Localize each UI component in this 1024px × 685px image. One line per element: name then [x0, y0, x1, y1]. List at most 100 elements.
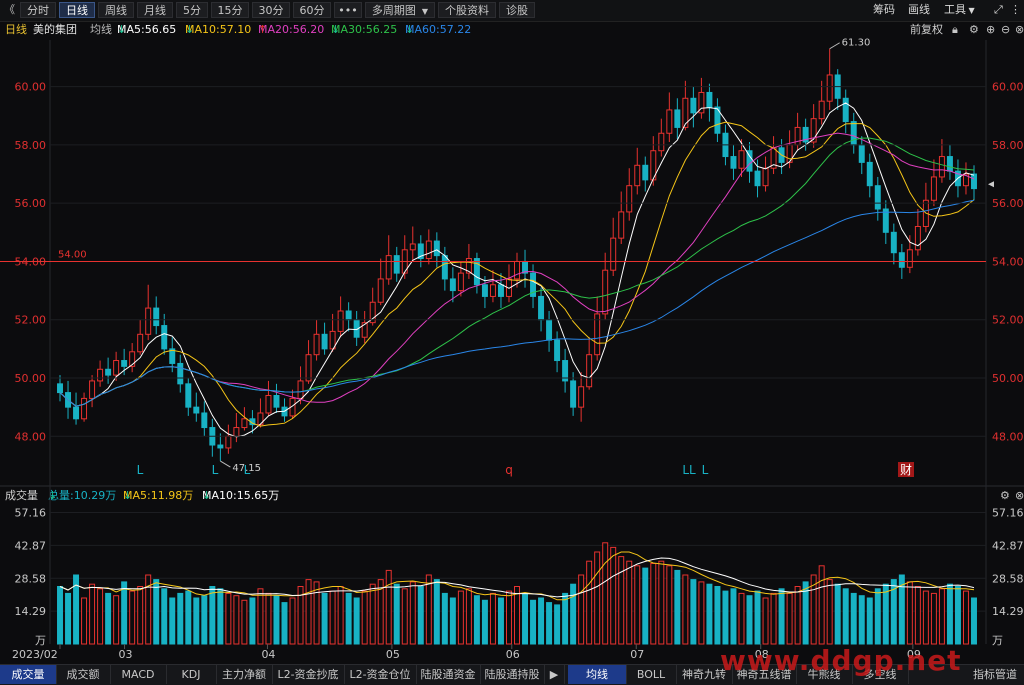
draw-line-button[interactable]: 画线	[908, 2, 930, 18]
candle-body	[193, 406, 200, 414]
adjust-dropdown[interactable]: 前复权	[910, 22, 943, 38]
volume-bar	[962, 590, 969, 645]
candle-body	[177, 362, 184, 385]
volume-bar	[946, 583, 953, 645]
volume-bar	[922, 590, 929, 645]
volume-ma5-line	[59, 551, 975, 601]
candle-body	[249, 418, 256, 426]
tab-period-weekly[interactable]: 周线	[98, 2, 134, 18]
lock-icon[interactable]: 🔒︎	[952, 22, 958, 38]
candle-body	[754, 170, 761, 187]
volume-bar	[209, 586, 216, 645]
volume-bar	[489, 592, 496, 645]
candle-body	[954, 170, 961, 187]
tab-kdj[interactable]: KDJ	[166, 665, 217, 684]
volume-bar	[481, 599, 488, 645]
volume-tick-left: 14.29	[15, 605, 47, 618]
candle-body	[650, 150, 657, 181]
candle-body	[930, 176, 937, 201]
candle-body	[457, 272, 464, 292]
candle-body	[65, 392, 72, 408]
tab-period-5min[interactable]: 5分	[176, 2, 208, 18]
price-tick-left: 56.00	[15, 197, 47, 210]
stock-name: 美的集团	[33, 23, 77, 36]
volume-bar	[570, 583, 577, 645]
volume-bar	[850, 592, 857, 645]
close-icon[interactable]: ⊗	[1015, 22, 1024, 38]
volume-bar	[522, 592, 529, 645]
tab-northbound-fund[interactable]: 陆股通资金	[416, 665, 481, 684]
volume-bar	[233, 595, 240, 645]
collapse-left-icon[interactable]: 《	[4, 2, 15, 18]
volume-bar	[930, 592, 937, 645]
tab-boll[interactable]: BOLL	[626, 665, 677, 684]
tab-period-60min[interactable]: 60分	[293, 2, 331, 18]
ma-type-label[interactable]: 均线	[90, 22, 112, 38]
tab-period-15min[interactable]: 15分	[211, 2, 249, 18]
volume-bar	[241, 599, 248, 645]
tab-turnover[interactable]: 成交额	[56, 665, 111, 684]
candle-body	[97, 368, 104, 382]
price-tick-left: 48.00	[15, 430, 47, 443]
volume-close-icon[interactable]: ⊗	[1015, 488, 1024, 504]
tab-l2-position[interactable]: L2-资金仓位	[344, 665, 417, 684]
tab-index-pipe[interactable]: 指标管道	[966, 665, 1024, 684]
volume-bar	[329, 590, 336, 645]
tab-main-net[interactable]: 主力净额	[216, 665, 273, 684]
zoom-out-icon[interactable]: ⊖	[1001, 22, 1010, 38]
diagnose-button[interactable]: 诊股	[499, 2, 535, 18]
more-icon[interactable]: ⋮	[1010, 2, 1021, 18]
volume-bar	[313, 581, 320, 645]
candle-body	[129, 351, 136, 367]
volume-settings-icon[interactable]: ⚙	[1000, 488, 1010, 504]
candle-body	[321, 333, 328, 350]
tools-dropdown[interactable]: 工具 ▼	[944, 2, 975, 18]
tab-l2-bottom[interactable]: L2-资金抄底	[272, 665, 345, 684]
chips-button[interactable]: 筹码	[873, 2, 895, 18]
volume-bar	[754, 590, 761, 645]
volume-ma5-text: MA5:11.98万	[123, 489, 194, 502]
volume-bar	[281, 602, 288, 645]
down-arrow-icon: ↓	[185, 23, 195, 36]
event-marker: L	[244, 463, 251, 477]
zoom-in-icon[interactable]: ⊕	[986, 22, 995, 38]
tabs-scroll-right-icon[interactable]: ▶	[544, 665, 565, 684]
candle-body	[578, 386, 585, 408]
volume-bar	[610, 546, 617, 645]
tab-ma[interactable]: 均线	[568, 665, 627, 684]
candle-body	[842, 97, 849, 123]
volume-bar	[938, 588, 945, 645]
x-tick-label: 2023/02	[12, 648, 58, 661]
candle-body	[666, 109, 673, 134]
candle-body	[217, 444, 224, 449]
tab-macd[interactable]: MACD	[110, 665, 167, 684]
expand-icon[interactable]: ⤢	[994, 2, 1003, 18]
volume-bar	[674, 569, 681, 645]
volume-tick-left: 28.58	[15, 572, 47, 585]
dropdown-caret-icon: ▼	[419, 7, 429, 16]
candle-body	[690, 97, 697, 114]
tab-period-fenshi[interactable]: 分时	[20, 2, 56, 18]
candle-body	[530, 272, 537, 297]
event-marker: L	[702, 463, 709, 477]
tab-period-monthly[interactable]: 月线	[137, 2, 173, 18]
more-periods-button[interactable]: •••	[334, 2, 362, 18]
multi-period-dropdown[interactable]: 多周期图 ▼	[365, 2, 435, 18]
candle-body	[257, 412, 264, 426]
tab-northbound-hold[interactable]: 陆股通持股	[480, 665, 545, 684]
stock-info-button[interactable]: 个股资料	[438, 2, 496, 18]
tab-volume[interactable]: 成交量	[0, 665, 57, 684]
volume-bar	[273, 595, 280, 645]
kline-chart[interactable]: 61.30 47.15 60.00 60.00 58.00 58.00 56.00 56.0…	[0, 0, 1024, 664]
low-price-label: 47.15	[232, 463, 261, 474]
tab-period-daily[interactable]: 日线	[59, 2, 95, 18]
volume-bar	[514, 586, 520, 645]
volume-bar	[706, 583, 713, 645]
down-arrow-icon: ↓	[123, 489, 133, 502]
volume-label: 成交量	[5, 489, 38, 502]
volume-total-text: 总量:10.29万	[48, 489, 117, 502]
settings-gear-icon[interactable]: ⚙	[969, 22, 979, 38]
volume-tick-right: 万	[992, 634, 1003, 647]
volume-bar	[594, 551, 601, 645]
tab-period-30min[interactable]: 30分	[252, 2, 290, 18]
